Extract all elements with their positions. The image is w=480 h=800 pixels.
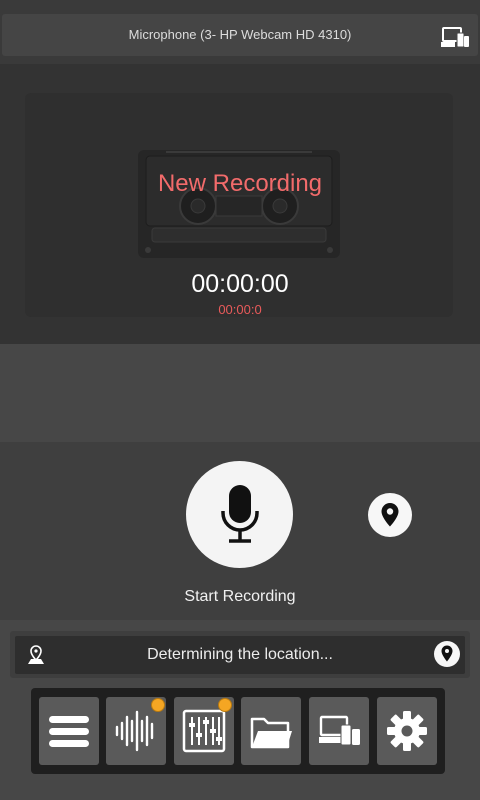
start-recording-button[interactable] xyxy=(186,461,293,568)
microphone-icon xyxy=(221,485,259,543)
devices-icon xyxy=(319,715,360,746)
location-pin-icon xyxy=(381,503,399,527)
map-marker-icon xyxy=(27,645,45,665)
recording-title: New Recording xyxy=(157,170,323,197)
microphone-source-label: Microphone (3- HP Webcam HD 4310) xyxy=(128,27,352,42)
devices-icon[interactable] xyxy=(440,26,470,50)
cassette-icon xyxy=(136,148,342,260)
recording-timer: 00:00:00 xyxy=(191,270,289,298)
folder-icon xyxy=(250,717,292,749)
mixer-icon xyxy=(182,709,226,753)
microphone-source-selector[interactable]: Microphone (3- HP Webcam HD 4310) xyxy=(2,14,478,56)
devices-button[interactable] xyxy=(309,697,369,765)
settings-button[interactable] xyxy=(377,697,437,765)
location-button[interactable] xyxy=(368,493,412,537)
audio-effects-badge xyxy=(151,698,165,712)
menu-icon xyxy=(49,716,89,747)
mixer-badge xyxy=(218,698,232,712)
start-recording-label: Start Recording xyxy=(184,588,296,605)
recording-timer-detail: 00:00:0 xyxy=(218,302,262,317)
menu-button[interactable] xyxy=(39,697,99,765)
gear-icon xyxy=(387,711,427,751)
location-status-text: Determining the location... xyxy=(147,646,333,663)
refresh-location-button[interactable] xyxy=(434,641,460,667)
location-pin-icon xyxy=(441,645,453,662)
waveform-icon xyxy=(115,710,154,752)
files-button[interactable] xyxy=(241,697,301,765)
